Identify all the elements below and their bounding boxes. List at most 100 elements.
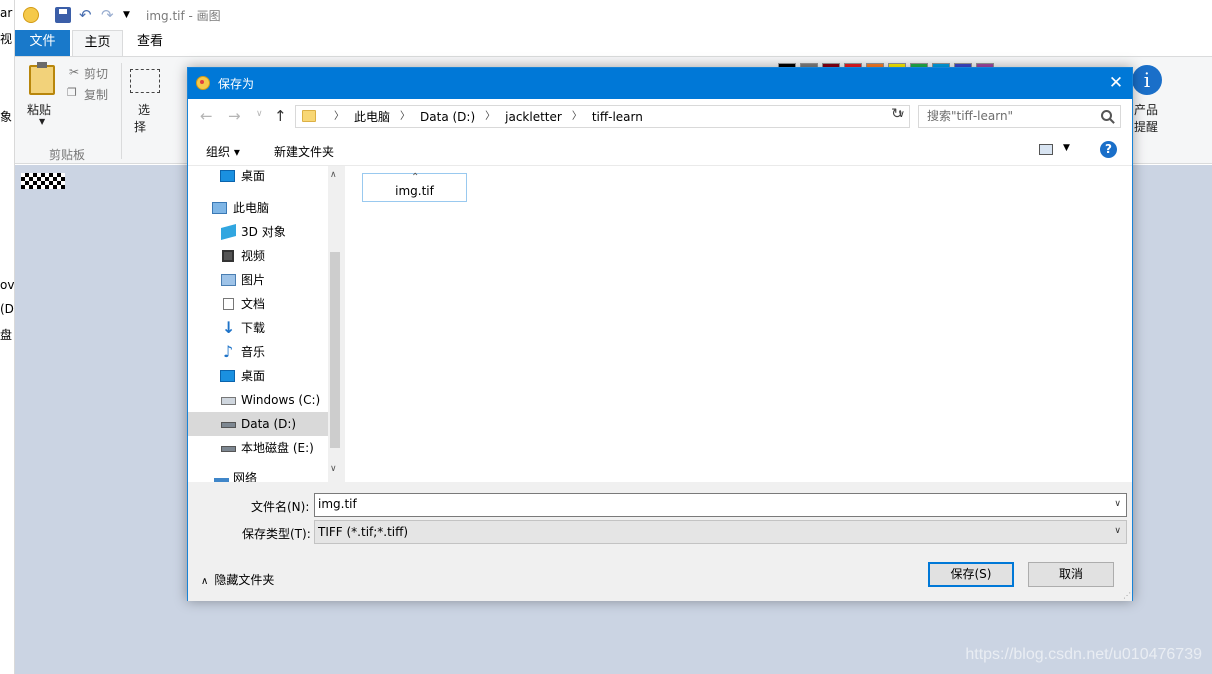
nav-item-desktop[interactable]: 桌面 [188,166,328,188]
help-icon[interactable]: ? [1100,141,1117,158]
nav-item-music[interactable]: 音乐 [188,340,328,364]
up-arrow-icon[interactable]: ↑ [274,107,287,125]
chevron-down-icon[interactable]: ▼ [1063,143,1070,153]
breadcrumb-item[interactable]: 此电脑 [354,109,390,125]
nav-item-documents[interactable]: 文档 [188,292,328,316]
search-icon[interactable] [1101,110,1112,121]
filename-combobox[interactable]: ∨ [314,493,1127,517]
search-box[interactable] [918,105,1121,128]
cut-button[interactable]: 剪切 [84,65,108,82]
desktop-icon [220,370,235,382]
chevron-down-icon[interactable]: ∨ [1114,526,1121,536]
save-button[interactable]: 保存(S) [928,562,1014,587]
select-icon[interactable] [130,69,160,93]
breadcrumb-item[interactable]: tiff-learn [592,109,643,125]
navigation-bar: ← → ∨ ↑ 〉 此电脑 〉 Data (D:) 〉 jackletter 〉… [188,99,1132,135]
organize-button[interactable]: 组织 ▾ [206,143,240,160]
hide-folders-toggle[interactable]: ∧ 隐藏文件夹 [201,571,274,588]
chevron-right-icon[interactable]: 〉 [475,109,505,125]
redo-icon[interactable]: ↷ [101,7,117,23]
save-icon[interactable] [55,7,71,23]
paste-button[interactable]: 粘贴 [27,101,51,118]
select-button[interactable]: 选 [138,101,150,118]
navigation-pane: 桌面 此电脑 3D 对象 视频 图片 文档 下载 音乐 [188,166,342,482]
copy-button[interactable]: 复制 [84,86,108,103]
address-bar[interactable]: 〉 此电脑 〉 Data (D:) 〉 jackletter 〉 tiff-le… [295,105,910,128]
refresh-icon[interactable]: ↻ [885,106,909,129]
navigation-scrollbar[interactable]: ∧ ∨ [328,166,342,482]
product-alert-icon[interactable]: i [1132,65,1162,95]
new-folder-button[interactable]: 新建文件夹 [274,143,334,160]
documents-icon [223,298,234,310]
paint-app-icon[interactable] [23,7,39,23]
chevron-right-icon[interactable]: 〉 [324,109,354,125]
search-input[interactable] [927,109,1097,123]
tab-view[interactable]: 查看 [127,30,173,56]
breadcrumb: 〉 此电脑 〉 Data (D:) 〉 jackletter 〉 tiff-le… [324,109,643,125]
filetype-select[interactable]: TIFF (*.tif;*.tiff) ∨ [314,520,1127,544]
file-item[interactable]: ⌃ img.tif [362,172,467,202]
nav-item-downloads[interactable]: 下载 [188,316,328,340]
file-list: ⌃ img.tif [345,166,1132,482]
scroll-up-icon[interactable]: ∧ [330,170,337,180]
fragment-text: 象 [0,110,13,124]
nav-item-3d-objects[interactable]: 3D 对象 [188,220,328,244]
nav-item-drive-c[interactable]: Windows (C:) [188,388,328,412]
watermark-text: https://blog.csdn.net/u010476739 [965,646,1202,663]
file-thumbnail-icon: ⌃ [411,172,420,183]
dialog-footer: 文件名(N): ∨ 保存类型(T): TIFF (*.tif;*.tiff) ∨… [188,482,1132,601]
nav-item-label: 文档 [241,297,266,311]
paint-titlebar: ↶ ↷ ▼ img.tif - 画图 [15,0,1212,30]
scrollbar-thumb[interactable] [330,252,340,448]
paste-icon[interactable] [29,62,55,95]
chevron-right-icon[interactable]: 〉 [562,109,592,125]
scroll-down-icon[interactable]: ∨ [330,464,337,474]
video-icon [222,250,234,262]
undo-icon[interactable]: ↶ [79,7,95,23]
dialog-titlebar[interactable]: 保存为 ✕ [188,68,1132,99]
copy-icon[interactable]: ❐ [67,86,77,99]
chevron-down-icon[interactable]: ∨ [1114,499,1121,509]
back-arrow-icon[interactable]: ← [200,107,213,125]
recent-locations-icon[interactable]: ∨ [256,109,263,119]
nav-item-pictures[interactable]: 图片 [188,268,328,292]
nav-item-label: 桌面 [241,369,266,383]
nav-item-label: 下载 [241,321,266,335]
resize-grip-icon[interactable]: ⋰ [1123,591,1131,600]
desktop-icon [220,170,235,182]
nav-item-label: Data (D:) [241,417,297,431]
nav-item-label: 网络 [233,471,258,482]
hide-folders-label: 隐藏文件夹 [214,573,275,587]
nav-item-drive-d[interactable]: Data (D:) [188,412,328,436]
nav-item-drive-e[interactable]: 本地磁盘 (E:) [188,436,328,460]
paste-dropdown-icon[interactable]: ▼ [39,117,45,126]
select-button-label[interactable]: 择 [134,118,146,135]
drive-icon [221,446,236,452]
customize-toolbar-icon[interactable]: ▼ [123,7,139,23]
forward-arrow-icon[interactable]: → [228,107,241,125]
nav-item-desktop-2[interactable]: 桌面 [188,364,328,388]
canvas-image[interactable] [21,173,65,189]
cut-icon[interactable]: ✂ [69,65,79,79]
dialog-title: 保存为 [218,77,255,91]
paint-app-icon [196,76,210,90]
nav-item-this-pc[interactable]: 此电脑 [188,196,328,220]
filetype-value: TIFF (*.tif;*.tiff) [318,525,409,539]
tab-file[interactable]: 文件 [15,30,70,56]
tab-home[interactable]: 主页 [72,30,123,56]
chevron-up-icon: ∧ [201,576,209,587]
folder-icon [302,110,316,122]
fragment-text: ov [0,278,15,292]
nav-item-videos[interactable]: 视频 [188,244,328,268]
cancel-button[interactable]: 取消 [1028,562,1114,587]
product-alert-label[interactable]: 产品 [1134,101,1158,118]
chevron-right-icon[interactable]: 〉 [390,109,420,125]
filename-input[interactable] [318,497,1098,511]
fragment-text: 视 [0,32,13,46]
breadcrumb-item[interactable]: Data (D:) [420,109,475,125]
breadcrumb-item[interactable]: jackletter [505,109,562,125]
close-icon[interactable]: ✕ [1100,68,1132,99]
product-alert-label[interactable]: 提醒 [1134,118,1158,135]
nav-item-network[interactable]: 网络 [188,466,328,482]
view-options-icon[interactable] [1039,144,1053,155]
